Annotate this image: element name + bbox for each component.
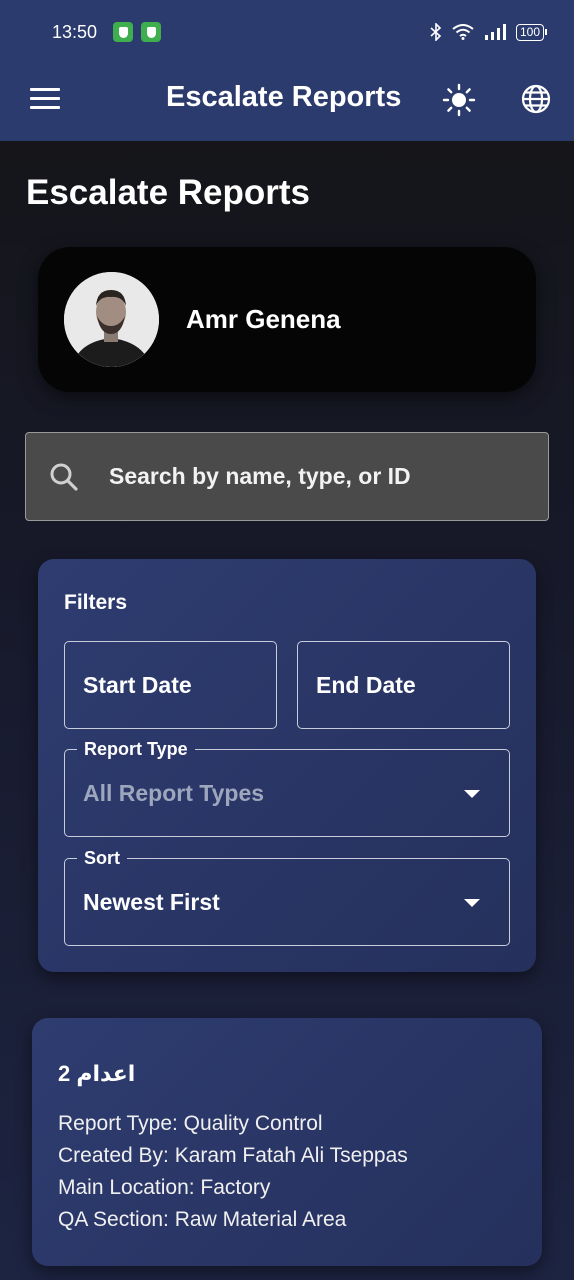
report-qa-section: QA Section: Raw Material Area (58, 1208, 347, 1231)
end-date-label: End Date (316, 672, 416, 698)
sort-value: Newest First (83, 889, 220, 915)
vpn-shield-icon (141, 22, 162, 42)
menu-icon[interactable] (30, 88, 60, 112)
profile-card: Amr Genena (38, 247, 536, 392)
app-bar: Escalate Reports (0, 64, 574, 141)
search-placeholder: Search by name, type, or ID (109, 463, 411, 489)
start-date-label: Start Date (83, 672, 192, 698)
end-date-field[interactable]: End Date (297, 641, 510, 729)
filters-title: Filters (64, 591, 128, 614)
avatar (64, 272, 159, 367)
battery-icon: 100 (515, 23, 548, 41)
vpn-shield-icon (113, 22, 134, 42)
report-main-location: Main Location: Factory (58, 1176, 271, 1199)
sort-label: Sort (77, 848, 127, 869)
dropdown-arrow-icon (464, 790, 480, 798)
search-icon (50, 463, 78, 491)
report-type-text: Report Type: Quality Control (58, 1112, 323, 1135)
report-type-select[interactable]: Report Type All Report Types (64, 739, 510, 837)
status-time: 13:50 (52, 21, 98, 42)
report-type-value: All Report Types (83, 780, 265, 806)
signal-icon (484, 24, 506, 40)
globe-icon[interactable] (520, 83, 552, 115)
app-bar-title: Escalate Reports (166, 81, 402, 113)
wifi-icon (452, 24, 474, 40)
page-title: Escalate Reports (26, 173, 311, 212)
dropdown-arrow-icon (464, 899, 480, 907)
report-type-label: Report Type (77, 739, 195, 760)
sun-icon[interactable] (442, 83, 476, 117)
filters-card: Filters Start Date End Date Report Type … (38, 559, 536, 972)
report-card[interactable]: اعدام 2 Report Type: Quality Control Cre… (32, 1018, 542, 1266)
profile-name: Amr Genena (186, 304, 341, 334)
bluetooth-icon (430, 23, 442, 41)
report-created-by: Created By: Karam Fatah Ali Tseppas (58, 1144, 408, 1167)
sort-select[interactable]: Sort Newest First (64, 848, 510, 946)
report-title: اعدام 2 (58, 1061, 136, 1086)
start-date-field[interactable]: Start Date (64, 641, 277, 729)
search-input[interactable]: Search by name, type, or ID (25, 432, 549, 521)
status-bar: 13:50 100 (0, 0, 574, 64)
